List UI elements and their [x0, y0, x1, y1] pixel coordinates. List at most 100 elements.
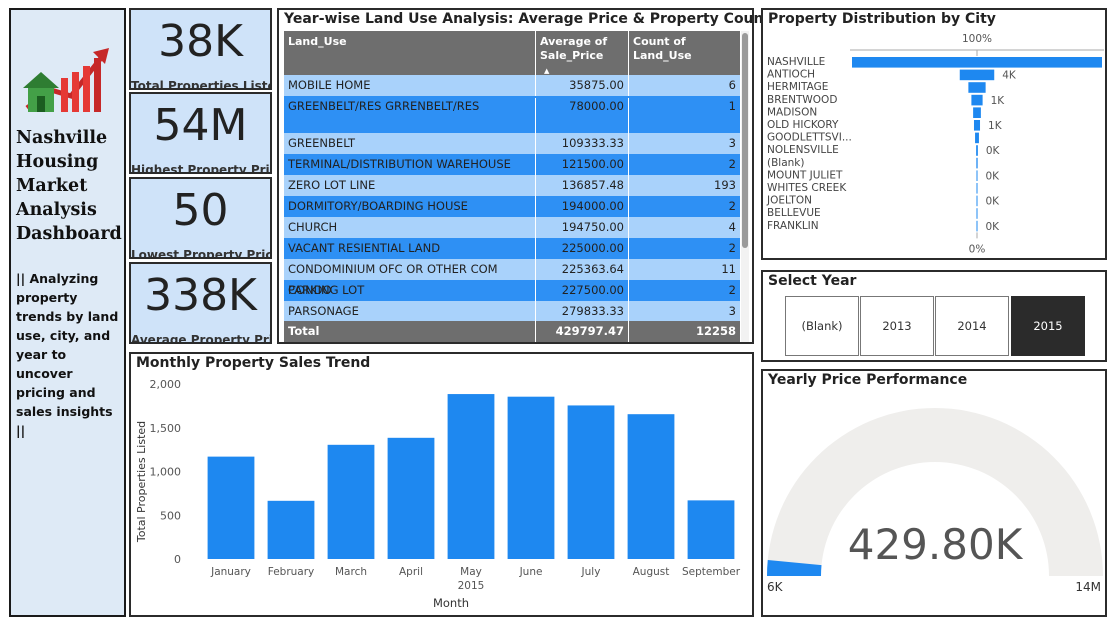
- table-row[interactable]: CHURCH 194750.00 4: [284, 217, 740, 238]
- column-header-land-use[interactable]: Land_Use: [284, 31, 535, 75]
- kpi-value: 54M: [153, 100, 248, 151]
- table-row[interactable]: MOBILE HOME 35875.00 6: [284, 75, 740, 96]
- sidebar: Nashville Housing Market Analysis Dashbo…: [9, 8, 126, 617]
- cell-avg-price: 121500.00: [535, 154, 628, 175]
- table-row[interactable]: PARKING LOT 227500.00 2: [284, 280, 740, 301]
- cell-land-use: DORMITORY/BOARDING HOUSE: [288, 199, 468, 213]
- land-use-table: Land_Use Average of Sale_Price ▲ Count o…: [284, 31, 740, 342]
- x-tick-label: June: [519, 566, 543, 578]
- table-row[interactable]: PARSONAGE 279833.33 3: [284, 301, 740, 322]
- x-tick-label: February: [268, 566, 315, 578]
- funnel-top-label: 100%: [962, 33, 992, 45]
- house-growth-logo-icon: [23, 48, 109, 112]
- x-tick-label: April: [399, 566, 423, 578]
- cell-land-use: GREENBELT/RES GRRENBELT/RES: [288, 99, 480, 113]
- bar: [447, 394, 495, 559]
- table-scrollbar[interactable]: [741, 31, 749, 342]
- table-row[interactable]: CONDOMINIUM OFC OR OTHER COM CONDO 225363…: [284, 259, 740, 297]
- table-body: MOBILE HOME 35875.00 6 GREENBELT/RES GRRENB…: [284, 75, 740, 322]
- table-row[interactable]: GREENBELT/RES GRRENBELT/RES 78000.00 1: [284, 96, 740, 133]
- x-axis-title: Month: [433, 596, 469, 610]
- cell-count: 1: [628, 98, 740, 133]
- monthly-sales-chart: 0 500 1,000 1,500 2,000 January February March A…: [135, 378, 741, 610]
- total-count: 12258: [628, 321, 740, 342]
- city-label: NOLENSVILLE: [767, 144, 839, 156]
- funnel-bar: [852, 57, 1102, 68]
- funnel-bottom-label: 0%: [969, 243, 986, 255]
- cell-land-use: TERMINAL/DISTRIBUTION WAREHOUSE: [288, 157, 511, 171]
- cell-count: 3: [628, 133, 740, 154]
- city-distribution-panel: Property Distribution by City 100% NASHVI…: [761, 8, 1107, 260]
- y-tick-label: 1,500: [150, 422, 182, 435]
- city-label: WHITES CREEK: [767, 182, 847, 194]
- x-tick-label: August: [633, 566, 670, 578]
- funnel-bar: [975, 132, 979, 144]
- x-tick-label: May: [460, 566, 482, 578]
- bar: [687, 500, 735, 559]
- bar: [267, 500, 315, 559]
- funnel-data-label: 0K: [986, 221, 1001, 233]
- city-label: OLD HICKORY: [767, 119, 839, 131]
- table-row[interactable]: VACANT RESIENTIAL LAND 225000.00 2: [284, 238, 740, 259]
- year-option-2015[interactable]: 2015: [1011, 296, 1085, 356]
- cell-land-use: GREENBELT: [288, 136, 356, 150]
- year-option-2013[interactable]: 2013: [860, 296, 934, 356]
- funnel-bar: [973, 120, 981, 131]
- x-tick-label: September: [682, 566, 741, 578]
- table-row[interactable]: ZERO LOT LINE 136857.48 193: [284, 175, 740, 196]
- kpi-card-lowest-price: 50 Lowest Property Price: [129, 177, 272, 259]
- cell-land-use: PARKING LOT: [288, 283, 365, 297]
- column-header-count[interactable]: Count of Land_Use: [628, 31, 740, 75]
- monthly-sales-chart-panel: Monthly Property Sales Trend 0 500 1,000 1,…: [129, 352, 754, 617]
- price-gauge-panel: Yearly Price Performance 429.80K 6K 14M: [761, 369, 1107, 617]
- table-header: Land_Use Average of Sale_Price ▲ Count o…: [284, 31, 740, 75]
- cell-avg-price: 194000.00: [535, 196, 628, 217]
- price-gauge: 429.80K 6K 14M: [767, 408, 1103, 594]
- cell-avg-price: 227500.00: [535, 280, 628, 301]
- kpi-label: Total Properties Listed: [131, 79, 272, 90]
- funnel-bar: [976, 170, 978, 181]
- cell-count: 2: [628, 154, 740, 175]
- x-tick-label: March: [335, 566, 367, 578]
- x-sublabel: 2015: [458, 580, 485, 592]
- funnel-bar: [971, 94, 983, 106]
- city-label: ANTIOCH: [767, 69, 815, 81]
- dashboard-description: || Analyzing property trends by land use…: [16, 271, 119, 438]
- funnel-data-label: 1K: [988, 120, 1003, 132]
- table-row[interactable]: TERMINAL/DISTRIBUTION WAREHOUSE 121500.00…: [284, 154, 740, 175]
- city-label: NASHVILLE: [767, 56, 825, 68]
- funnel-bar: [976, 145, 978, 156]
- table-total-row: Total 429797.47 12258: [284, 321, 740, 342]
- total-label: Total: [288, 324, 320, 338]
- kpi-value: 38K: [158, 16, 243, 67]
- cell-land-use: VACANT RESIENTIAL LAND: [288, 241, 441, 255]
- funnel-data-label: 4K: [1002, 70, 1017, 82]
- city-label: MADISON: [767, 106, 817, 118]
- y-tick-label: 500: [160, 509, 181, 522]
- gauge-value-label: 429.80K: [848, 520, 1024, 569]
- land-use-table-panel: Year-wise Land Use Analysis: Average Pri…: [277, 8, 770, 344]
- table-row[interactable]: GREENBELT 109333.33 3: [284, 133, 740, 154]
- year-option-2014[interactable]: 2014: [935, 296, 1009, 356]
- kpi-label: Highest Property Price: [131, 163, 272, 174]
- y-axis-title: Total Properties Listed: [135, 421, 148, 543]
- bar: [327, 444, 375, 559]
- city-label: BRENTWOOD: [767, 94, 837, 106]
- year-option-blank[interactable]: (Blank): [785, 296, 859, 356]
- scrollbar-thumb[interactable]: [742, 33, 748, 248]
- cell-avg-price: 225000.00: [535, 238, 628, 259]
- funnel-bar: [976, 183, 978, 194]
- column-header-avg-price[interactable]: Average of Sale_Price ▲: [535, 31, 628, 75]
- cell-avg-price: 279833.33: [535, 301, 628, 322]
- x-tick-label: January: [210, 566, 251, 578]
- city-label: FRANKLIN: [767, 220, 819, 232]
- table-row[interactable]: DORMITORY/BOARDING HOUSE 194000.00 2: [284, 196, 740, 217]
- gauge-max-label: 14M: [1075, 580, 1101, 594]
- funnel-bar: [976, 195, 978, 207]
- funnel-data-label: 0K: [986, 196, 1001, 208]
- funnel-bar: [968, 82, 986, 93]
- gauge-min-label: 6K: [767, 580, 784, 594]
- kpi-card-total-properties: 38K Total Properties Listed: [129, 8, 272, 90]
- funnel-bar: [973, 107, 981, 118]
- cell-land-use: ZERO LOT LINE: [288, 178, 376, 192]
